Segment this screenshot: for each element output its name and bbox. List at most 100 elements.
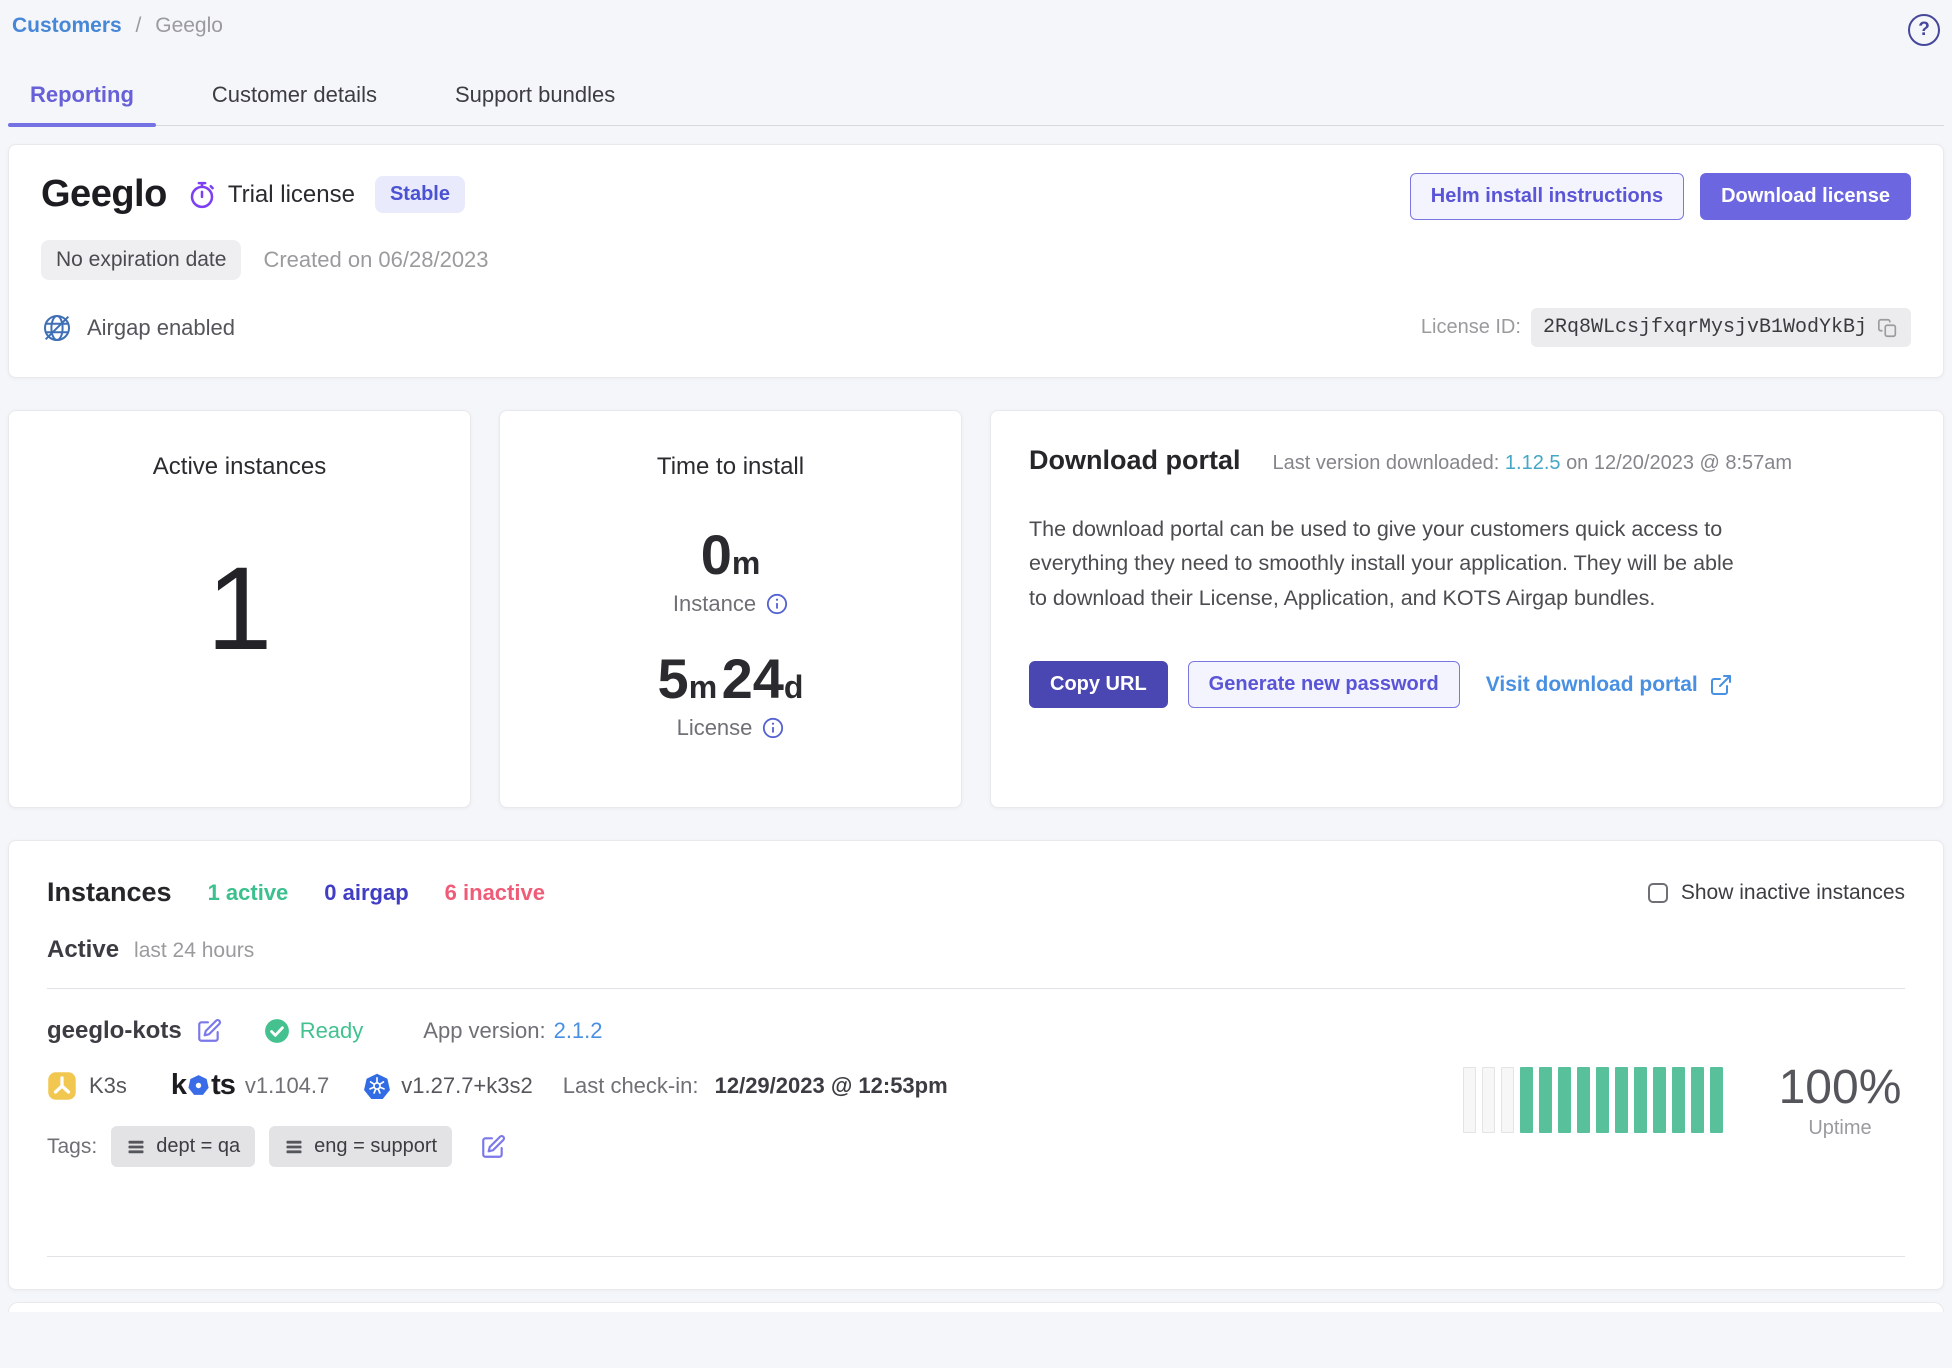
- customer-name-row: Geeglo Trial license Stable: [41, 173, 465, 216]
- k3s-icon: [47, 1071, 77, 1101]
- created-date: Created on 06/28/2023: [263, 247, 488, 273]
- visit-download-portal-link[interactable]: Visit download portal: [1486, 673, 1733, 697]
- instance-name[interactable]: geeglo-kots: [47, 1017, 182, 1045]
- tab-reporting[interactable]: Reporting: [8, 70, 156, 125]
- breadcrumb: Customers / Geeglo: [12, 14, 223, 38]
- license-type-label: Trial license: [228, 181, 355, 209]
- active-section-label: Active: [47, 936, 119, 964]
- app-version-label: App version:: [423, 1018, 545, 1044]
- download-portal-card: Download portal Last version downloaded:…: [990, 410, 1944, 808]
- next-card-peek: [8, 1302, 1944, 1312]
- license-time-unit-2: d: [784, 669, 804, 705]
- last-version-link[interactable]: 1.12.5: [1505, 452, 1561, 474]
- license-time-label: License: [677, 715, 753, 741]
- breadcrumb-separator: /: [136, 14, 142, 37]
- download-license-button[interactable]: Download license: [1700, 173, 1911, 220]
- uptime-bar-filled: [1615, 1067, 1628, 1133]
- time-to-install-card: Time to install 0m Instance 5m 24d: [499, 410, 962, 808]
- tags-label: Tags:: [47, 1135, 97, 1159]
- uptime-value: 100%: [1775, 1060, 1905, 1115]
- uptime-group: 100% Uptime: [1463, 1033, 1905, 1167]
- license-time-number-2: 24: [722, 647, 784, 710]
- tab-customer-details[interactable]: Customer details: [190, 70, 399, 125]
- instance-time-number: 0: [701, 523, 732, 586]
- kots-logo: k ts v1.104.7: [171, 1069, 329, 1102]
- instance-status: Ready: [264, 1018, 364, 1044]
- license-type: Trial license: [187, 180, 355, 210]
- customer-summary-card: Geeglo Trial license Stable: [8, 144, 1944, 378]
- distro-group: K3s: [47, 1071, 127, 1101]
- app-version-link[interactable]: 2.1.2: [554, 1018, 603, 1044]
- copy-url-button[interactable]: Copy URL: [1029, 661, 1168, 708]
- kots-version: v1.104.7: [245, 1073, 329, 1099]
- instance-status-label: Ready: [300, 1018, 364, 1044]
- uptime-bar-filled: [1539, 1067, 1552, 1133]
- help-icon[interactable]: ?: [1908, 14, 1940, 46]
- uptime-label: Uptime: [1775, 1117, 1905, 1140]
- download-portal-description: The download portal can be used to give …: [1029, 512, 1734, 615]
- license-time-label-row: License: [677, 715, 785, 741]
- active-instances-card: Active instances 1: [8, 410, 471, 808]
- instance-line-1: geeglo-kots: [47, 1017, 948, 1045]
- tab-support-bundles[interactable]: Support bundles: [433, 70, 637, 125]
- airgap-label: Airgap enabled: [87, 315, 235, 341]
- trial-timer-icon: [187, 180, 217, 210]
- tag-label: eng = support: [314, 1135, 437, 1158]
- license-info-icon[interactable]: [762, 717, 784, 739]
- license-time-unit-1: m: [689, 669, 717, 705]
- uptime-bar-filled: [1577, 1067, 1590, 1133]
- uptime-bar-empty: [1463, 1067, 1476, 1133]
- uptime-bar-filled: [1653, 1067, 1666, 1133]
- instance-time-unit: m: [732, 545, 760, 581]
- count-active[interactable]: 1 active: [208, 880, 289, 906]
- tag-chip[interactable]: dept = qa: [111, 1126, 255, 1167]
- ready-check-icon: [264, 1018, 290, 1044]
- instance-time-label-row: Instance: [673, 591, 788, 617]
- download-portal-title: Download portal: [1029, 445, 1241, 476]
- active-section-row: Active last 24 hours: [47, 936, 1905, 964]
- customer-meta-row: No expiration date Created on 06/28/2023: [41, 240, 1911, 280]
- uptime-chart: [1463, 1067, 1723, 1133]
- edit-instance-name-icon[interactable]: [196, 1018, 222, 1044]
- show-inactive-toggle[interactable]: Show inactive instances: [1648, 881, 1905, 905]
- airgap-status: Airgap enabled: [41, 312, 235, 344]
- tag-icon: [126, 1137, 146, 1157]
- last-checkin-label: Last check-in:: [563, 1073, 699, 1098]
- channel-badge: Stable: [375, 176, 465, 213]
- uptime-bar-empty: [1501, 1067, 1514, 1133]
- app-version: App version: 2.1.2: [423, 1018, 602, 1044]
- license-id-value: 2Rq8WLcsjfxqrMysjvB1WodYkBj: [1543, 316, 1867, 339]
- tab-bar: Reporting Customer details Support bundl…: [8, 70, 1944, 126]
- active-instances-title: Active instances: [153, 453, 326, 481]
- tag-icon: [284, 1137, 304, 1157]
- license-time-number-1: 5: [658, 647, 689, 710]
- license-id-chip[interactable]: 2Rq8WLcsjfxqrMysjvB1WodYkBj: [1531, 308, 1911, 347]
- external-link-icon: [1709, 673, 1733, 697]
- last-version-suffix: on 12/20/2023 @ 8:57am: [1566, 452, 1792, 474]
- last-checkin: Last check-in: 12/29/2023 @ 12:53pm: [563, 1073, 948, 1099]
- license-install-time: 5m 24d: [658, 651, 804, 707]
- instance-line-2: K3s k ts v1.104.7: [47, 1069, 948, 1102]
- uptime-bar-filled: [1520, 1067, 1533, 1133]
- edit-tags-icon[interactable]: [480, 1134, 506, 1160]
- customer-top-row: Geeglo Trial license Stable: [41, 173, 1911, 220]
- count-inactive[interactable]: 6 inactive: [445, 880, 545, 906]
- copy-icon[interactable]: [1877, 317, 1899, 339]
- page: Customers / Geeglo ? Reporting Customer …: [0, 0, 1952, 1368]
- instance-info-icon[interactable]: [766, 593, 788, 615]
- active-section-sublabel: last 24 hours: [134, 939, 254, 963]
- tag-chip[interactable]: eng = support: [269, 1126, 452, 1167]
- kots-logo-o-icon: [186, 1073, 211, 1098]
- active-instances-value: 1: [207, 541, 273, 677]
- kots-logo-k: k: [171, 1069, 186, 1102]
- show-inactive-checkbox[interactable]: [1648, 883, 1668, 903]
- uptime-bar-filled: [1558, 1067, 1571, 1133]
- count-airgap[interactable]: 0 airgap: [324, 880, 408, 906]
- expiration-badge: No expiration date: [41, 240, 241, 280]
- distro-label: K3s: [89, 1073, 127, 1099]
- last-checkin-value: 12/29/2023 @ 12:53pm: [715, 1073, 948, 1098]
- breadcrumb-customers-link[interactable]: Customers: [12, 14, 122, 37]
- helm-install-instructions-button[interactable]: Helm install instructions: [1410, 173, 1684, 220]
- instances-card: Instances 1 active 0 airgap 6 inactive S…: [8, 840, 1944, 1290]
- generate-new-password-button[interactable]: Generate new password: [1188, 661, 1460, 708]
